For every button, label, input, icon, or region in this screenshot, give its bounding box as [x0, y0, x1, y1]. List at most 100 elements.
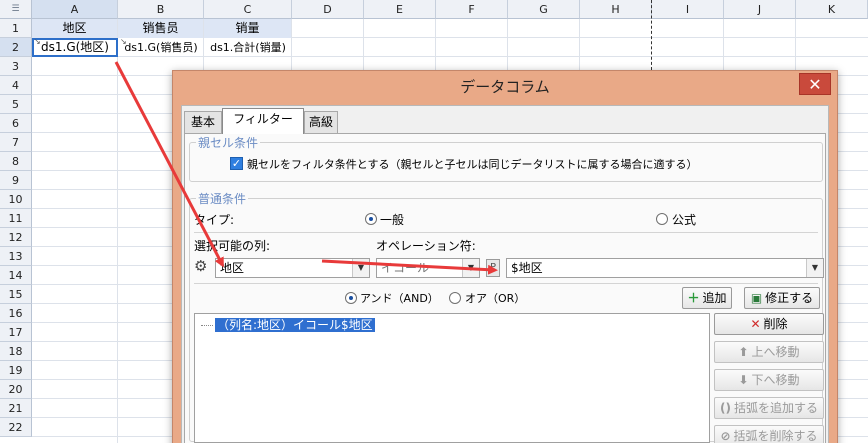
value-select-value: $地区 — [511, 261, 543, 275]
row-header-12[interactable]: 12 — [0, 228, 32, 247]
logic-and-radio[interactable] — [345, 292, 357, 304]
col-header-i[interactable]: I — [652, 0, 724, 19]
cell-b2[interactable]: ds1.G(销售员) — [118, 38, 204, 57]
add-button-label: 追加 — [702, 291, 727, 305]
logic-or-label: オア（OR） — [465, 292, 526, 305]
col-header-f[interactable]: F — [436, 0, 508, 19]
parent-filter-label: 親セルをフィルタ条件とする（親セルと子セルは同じデータリストに属する場合に適する… — [247, 158, 698, 171]
divider — [194, 283, 818, 284]
condition-item[interactable]: （列名:地区）イコール$地区 — [201, 316, 375, 333]
row-header-14[interactable]: 14 — [0, 266, 32, 285]
divider — [194, 232, 818, 233]
row-header-20[interactable]: 20 — [0, 380, 32, 399]
modify-button-label: 修正する — [765, 291, 814, 305]
cell-c2[interactable]: ds1.合計(销量) — [204, 38, 292, 57]
row-header-16[interactable]: 16 — [0, 304, 32, 323]
page-break-line — [651, 0, 652, 70]
modify-button[interactable]: ▣ 修正する — [744, 287, 820, 309]
screen: ☰ A B C D E F G H I J K 1 2 3 4 5 6 7 8 … — [0, 0, 868, 443]
row-header-6[interactable]: 6 — [0, 114, 32, 133]
column-select[interactable]: 地区 ▼ — [215, 258, 370, 278]
type-normal-label: 一般 — [380, 213, 405, 227]
column-select-value: 地区 — [220, 261, 245, 275]
type-formula-radio[interactable] — [656, 213, 668, 225]
condition-list[interactable]: （列名:地区）イコール$地区 — [194, 313, 710, 443]
row-header-4[interactable]: 4 — [0, 76, 32, 95]
cell-marker-icon: ↘ — [120, 37, 127, 46]
close-icon[interactable]: ✕ — [799, 73, 831, 95]
row-header-18[interactable]: 18 — [0, 342, 32, 361]
edit-icon: ▣ — [750, 291, 763, 305]
add-bracket-button[interactable]: () 括弧を追加する — [714, 397, 824, 419]
normal-condition-title: 普通条件 — [196, 190, 249, 207]
delete-button-label: 削除 — [763, 317, 788, 331]
cell-b1[interactable]: 销售员 — [118, 19, 203, 38]
row-header-3[interactable]: 3 — [0, 57, 32, 76]
move-down-button[interactable]: ⬇ 下へ移動 — [714, 369, 824, 391]
col-header-e[interactable]: E — [364, 0, 436, 19]
parent-cell-condition-group: 親セル条件 ✓ 親セルをフィルタ条件とする（親セルと子セルは同じデータリストに属… — [189, 134, 823, 182]
row-header-8[interactable]: 8 — [0, 152, 32, 171]
tab-filter[interactable]: フィルター — [222, 108, 304, 134]
move-up-button[interactable]: ⬆ 上へ移動 — [714, 341, 824, 363]
row-header-7[interactable]: 7 — [0, 133, 32, 152]
value-select[interactable]: $地区 ▼ — [506, 258, 824, 278]
col-header-h[interactable]: H — [580, 0, 652, 19]
row-header-15[interactable]: 15 — [0, 285, 32, 304]
logic-or-radio[interactable] — [449, 292, 461, 304]
cell-a1[interactable]: 地区 — [32, 19, 117, 38]
col-header-b[interactable]: B — [118, 0, 204, 19]
select-all-icon[interactable]: ☰ — [0, 0, 32, 19]
plus-icon: ＋ — [687, 291, 700, 305]
data-column-dialog: データコラム ✕ 基本 フィルター 高級 親セル条件 ✓ 親セルをフィルタ条件と… — [172, 70, 838, 443]
chevron-down-icon[interactable]: ▼ — [352, 259, 369, 277]
col-header-k[interactable]: K — [796, 0, 868, 19]
row-header-1[interactable]: 1 — [0, 19, 32, 38]
dialog-title[interactable]: データコラム — [173, 71, 837, 103]
column-type-icon: ⚙ — [194, 257, 208, 275]
filter-panel: 親セル条件 ✓ 親セルをフィルタ条件とする（親セルと子セルは同じデータリストに属… — [184, 133, 826, 443]
col-header-j[interactable]: J — [724, 0, 796, 19]
row-header-10[interactable]: 10 — [0, 190, 32, 209]
dialog-body: 基本 フィルター 高級 親セル条件 ✓ 親セルをフィルタ条件とする（親セルと子セ… — [181, 105, 829, 443]
row-header-2[interactable]: 2 — [0, 38, 32, 57]
type-formula-label: 公式 — [672, 213, 697, 227]
delete-button[interactable]: ✕ 削除 — [714, 313, 824, 335]
chevron-down-icon[interactable]: ▼ — [462, 259, 479, 277]
row-header-17[interactable]: 17 — [0, 323, 32, 342]
parameter-button[interactable]: P — [486, 259, 500, 277]
cell-c1[interactable]: 销量 — [204, 19, 291, 38]
type-normal-radio[interactable] — [365, 213, 377, 225]
normal-condition-group: 普通条件 タイプ: 一般 公式 選択可能の列: オペレーション符: ⚙ 地区 ▼ — [189, 190, 824, 443]
col-header-a[interactable]: A — [32, 0, 118, 19]
remove-bracket-button-label: 括弧を削除する — [733, 429, 818, 443]
add-button[interactable]: ＋追加 — [682, 287, 732, 309]
column-label: 選択可能の列: — [194, 239, 271, 253]
row-header-21[interactable]: 21 — [0, 399, 32, 418]
chevron-down-icon[interactable]: ▼ — [806, 259, 823, 277]
operation-select[interactable]: イコール ▼ — [376, 258, 480, 278]
row-header-11[interactable]: 11 — [0, 209, 32, 228]
bracket-remove-icon: ⊘ — [720, 429, 731, 443]
row-header-13[interactable]: 13 — [0, 247, 32, 266]
remove-bracket-button[interactable]: ⊘ 括弧を削除する — [714, 425, 824, 443]
col-header-d[interactable]: D — [292, 0, 364, 19]
bracket-add-icon: () — [720, 401, 731, 415]
row-header-19[interactable]: 19 — [0, 361, 32, 380]
operation-select-value: イコール — [381, 261, 430, 275]
delete-icon: ✕ — [750, 317, 761, 331]
col-header-g[interactable]: G — [508, 0, 580, 19]
move-down-button-label: 下へ移動 — [751, 373, 800, 387]
tab-basic[interactable]: 基本 — [184, 111, 222, 133]
tab-advanced[interactable]: 高級 — [304, 111, 338, 133]
parent-cell-condition-title: 親セル条件 — [196, 134, 261, 151]
col-header-c[interactable]: C — [204, 0, 292, 19]
parent-filter-checkbox[interactable]: ✓ — [230, 157, 243, 170]
cell-a2[interactable]: ds1.G(地区) — [32, 38, 118, 57]
arrow-down-icon: ⬇ — [738, 373, 749, 387]
row-header-22[interactable]: 22 — [0, 418, 32, 437]
row-header-9[interactable]: 9 — [0, 171, 32, 190]
row-header-5[interactable]: 5 — [0, 95, 32, 114]
move-up-button-label: 上へ移動 — [751, 345, 800, 359]
add-bracket-button-label: 括弧を追加する — [733, 401, 818, 415]
